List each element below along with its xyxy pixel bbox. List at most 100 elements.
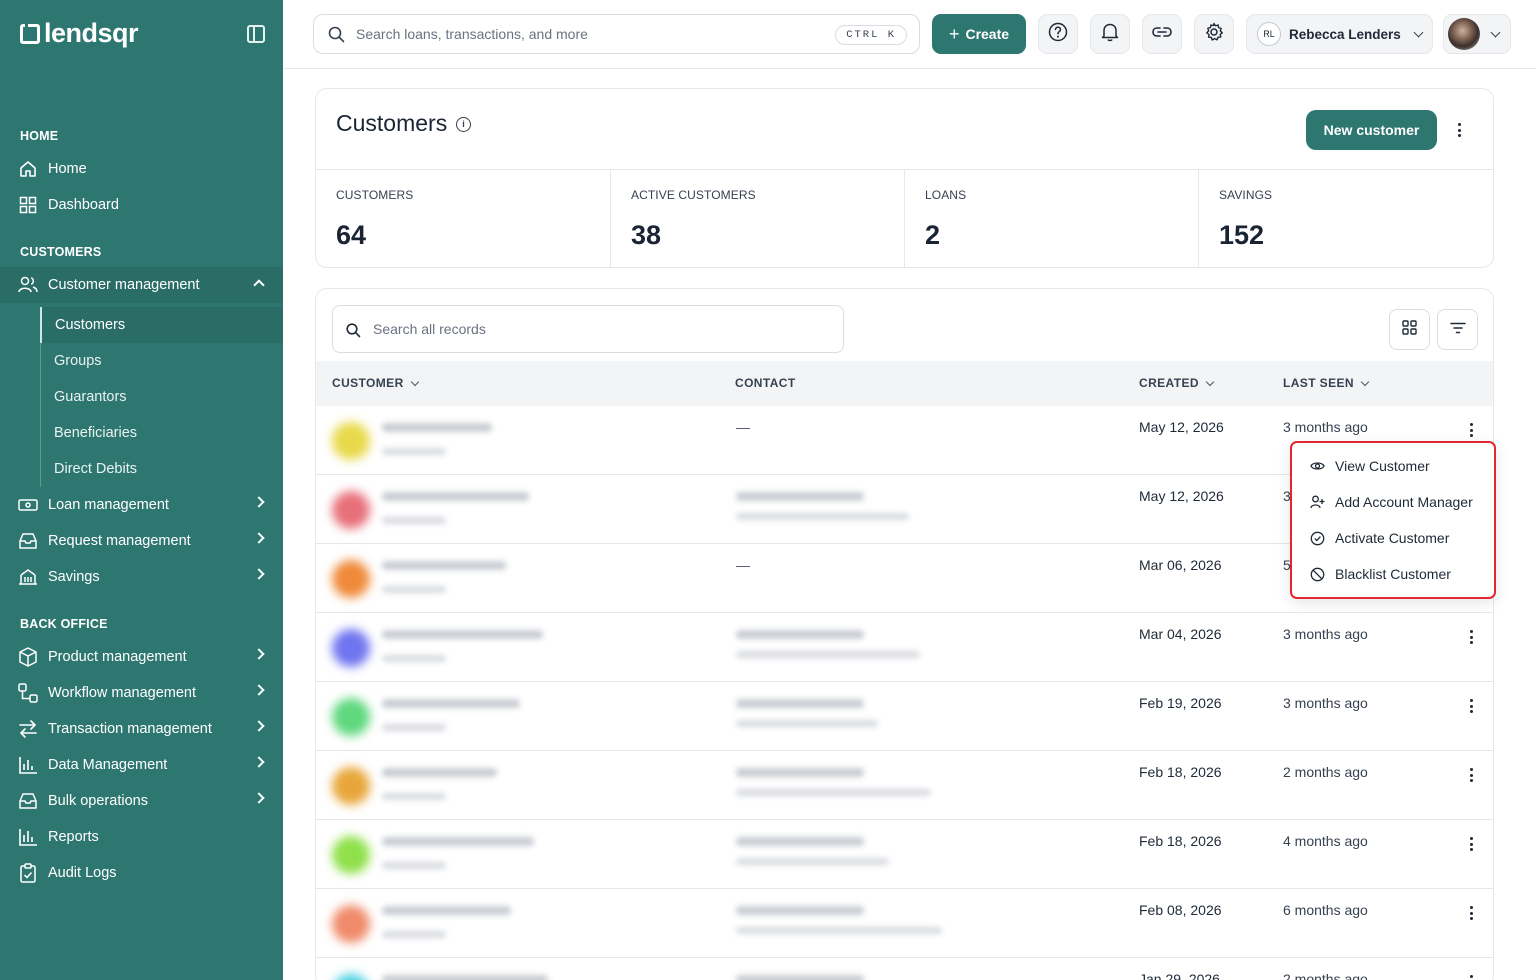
more-options-icon[interactable] (1457, 123, 1461, 137)
sidebar-collapse-icon[interactable] (247, 25, 265, 43)
sidebar-subitem-guarantors[interactable]: Guarantors (41, 379, 284, 415)
transfer-icon (18, 719, 38, 739)
check-circle-icon (1310, 531, 1325, 545)
redacted-customer-name (382, 561, 506, 570)
row-actions-icon[interactable] (1469, 699, 1473, 713)
table-row[interactable]: Feb 18, 2026 4 months ago (316, 820, 1493, 889)
info-icon[interactable]: i (456, 117, 471, 132)
sidebar-item-label: Bulk operations (48, 793, 148, 809)
report-chart-icon (18, 827, 38, 847)
records-search-input[interactable]: Search all records (332, 305, 844, 353)
avatar (332, 560, 370, 598)
settings-button[interactable] (1194, 14, 1234, 54)
help-button[interactable] (1038, 14, 1078, 54)
row-actions-icon[interactable] (1469, 630, 1473, 644)
grid-view-button[interactable] (1389, 309, 1430, 350)
column-label: CONTACT (735, 376, 796, 390)
customers-summary-card: Customers i New customer CUSTOMERS 64 AC… (315, 88, 1494, 268)
created-date-cell: Feb 18, 2026 (1139, 764, 1222, 780)
sidebar-subitem-customers[interactable]: Customers (40, 307, 283, 343)
table-row[interactable]: Feb 19, 2026 3 months ago (316, 682, 1493, 751)
sidebar-item-loan-management[interactable]: Loan management (0, 487, 283, 523)
clipboard-icon (18, 863, 38, 883)
redacted-phone (736, 975, 864, 980)
sidebar-item-bulk-operations[interactable]: Bulk operations (0, 783, 283, 819)
sidebar-item-label: Data Management (48, 757, 168, 773)
filter-icon (1449, 321, 1466, 339)
grid-icon (1402, 319, 1417, 340)
created-date-cell: Feb 18, 2026 (1139, 833, 1222, 849)
create-label: Create (965, 26, 1010, 42)
sidebar-item-savings[interactable]: Savings (0, 559, 283, 595)
organization-switcher[interactable]: RL Rebecca Lenders (1246, 14, 1433, 54)
redacted-customer-name (382, 906, 511, 915)
page-header: Customers i New customer (316, 89, 1493, 170)
stat-savings: SAVINGS 152 (1199, 170, 1493, 268)
global-search-input[interactable]: Search loans, transactions, and more CTR… (313, 14, 920, 54)
menu-item-view-customer[interactable]: View Customer (1310, 454, 1490, 478)
sidebar-item-home[interactable]: Home (0, 151, 283, 187)
column-last-seen[interactable]: LAST SEEN (1283, 376, 1370, 390)
sidebar-subitem-direct-debits[interactable]: Direct Debits (41, 451, 284, 487)
search-placeholder: Search loans, transactions, and more (356, 26, 588, 42)
sidebar-item-customer-management[interactable]: Customer management (0, 267, 283, 303)
last-seen-cell: 2 months ago (1283, 764, 1368, 780)
sidebar-item-label: Reports (48, 829, 99, 845)
table-row[interactable]: Jan 29, 2026 2 months ago (316, 958, 1493, 980)
avatar (332, 836, 370, 874)
filter-button[interactable] (1437, 309, 1478, 350)
sidebar-item-dashboard[interactable]: Dashboard (0, 187, 283, 223)
sidebar-item-transaction-management[interactable]: Transaction management (0, 711, 283, 747)
avatar (332, 767, 370, 805)
row-actions-icon[interactable] (1469, 423, 1473, 437)
sidebar-item-audit-logs[interactable]: Audit Logs (0, 855, 283, 891)
brand-name: lendsqr (44, 18, 139, 48)
profile-menu-button[interactable] (1443, 14, 1511, 54)
sidebar-item-request-management[interactable]: Request management (0, 523, 283, 559)
brand-logo[interactable]: lendsqr (20, 18, 139, 49)
ban-icon (1310, 567, 1325, 581)
new-customer-button[interactable]: New customer (1306, 110, 1437, 150)
row-actions-icon[interactable] (1469, 975, 1473, 980)
sort-icon (1360, 377, 1370, 386)
help-icon (1048, 22, 1068, 47)
redacted-email (736, 789, 931, 796)
top-bar: Search loans, transactions, and more CTR… (283, 0, 1536, 69)
row-actions-menu: View Customer Add Account Manager Activa… (1290, 441, 1496, 599)
row-actions-icon[interactable] (1469, 906, 1473, 920)
menu-item-add-account-manager[interactable]: Add Account Manager (1310, 490, 1490, 514)
sidebar-item-reports[interactable]: Reports (0, 819, 283, 855)
table-row[interactable]: Mar 04, 2026 3 months ago (316, 613, 1493, 682)
last-seen-cell: 2 months ago (1283, 971, 1368, 980)
avatar (332, 698, 370, 736)
menu-item-blacklist-customer[interactable]: Blacklist Customer (1310, 562, 1490, 586)
row-actions-icon[interactable] (1469, 837, 1473, 851)
table-row[interactable]: Feb 18, 2026 2 months ago (316, 751, 1493, 820)
chevron-down-icon (1413, 27, 1424, 37)
chevron-right-icon (253, 792, 265, 804)
redacted-customer-id (382, 586, 446, 593)
create-button[interactable]: + Create (932, 14, 1026, 54)
table-row[interactable]: Feb 08, 2026 6 months ago (316, 889, 1493, 958)
sidebar-item-product-management[interactable]: Product management (0, 639, 283, 675)
sort-icon (410, 377, 419, 386)
section-home: HOME (20, 129, 59, 143)
sidebar-item-data-management[interactable]: Data Management (0, 747, 283, 783)
bar-chart-icon (18, 755, 38, 775)
redacted-customer-name (382, 837, 534, 846)
sidebar-subitem-beneficiaries[interactable]: Beneficiaries (41, 415, 284, 451)
chevron-right-icon (253, 756, 265, 768)
page-title: Customers (336, 110, 448, 136)
column-created[interactable]: CREATED (1139, 376, 1215, 390)
created-date-cell: Mar 04, 2026 (1139, 626, 1222, 642)
menu-item-activate-customer[interactable]: Activate Customer (1310, 526, 1490, 550)
redacted-phone (736, 699, 864, 708)
sidebar-item-workflow-management[interactable]: Workflow management (0, 675, 283, 711)
notifications-button[interactable] (1090, 14, 1130, 54)
sidebar-subitem-groups[interactable]: Groups (41, 343, 284, 379)
user-plus-icon (1310, 495, 1325, 509)
keyboard-shortcut: CTRL K (835, 25, 907, 45)
column-customer[interactable]: CUSTOMER (332, 376, 419, 390)
link-button[interactable] (1142, 14, 1182, 54)
row-actions-icon[interactable] (1469, 768, 1473, 782)
